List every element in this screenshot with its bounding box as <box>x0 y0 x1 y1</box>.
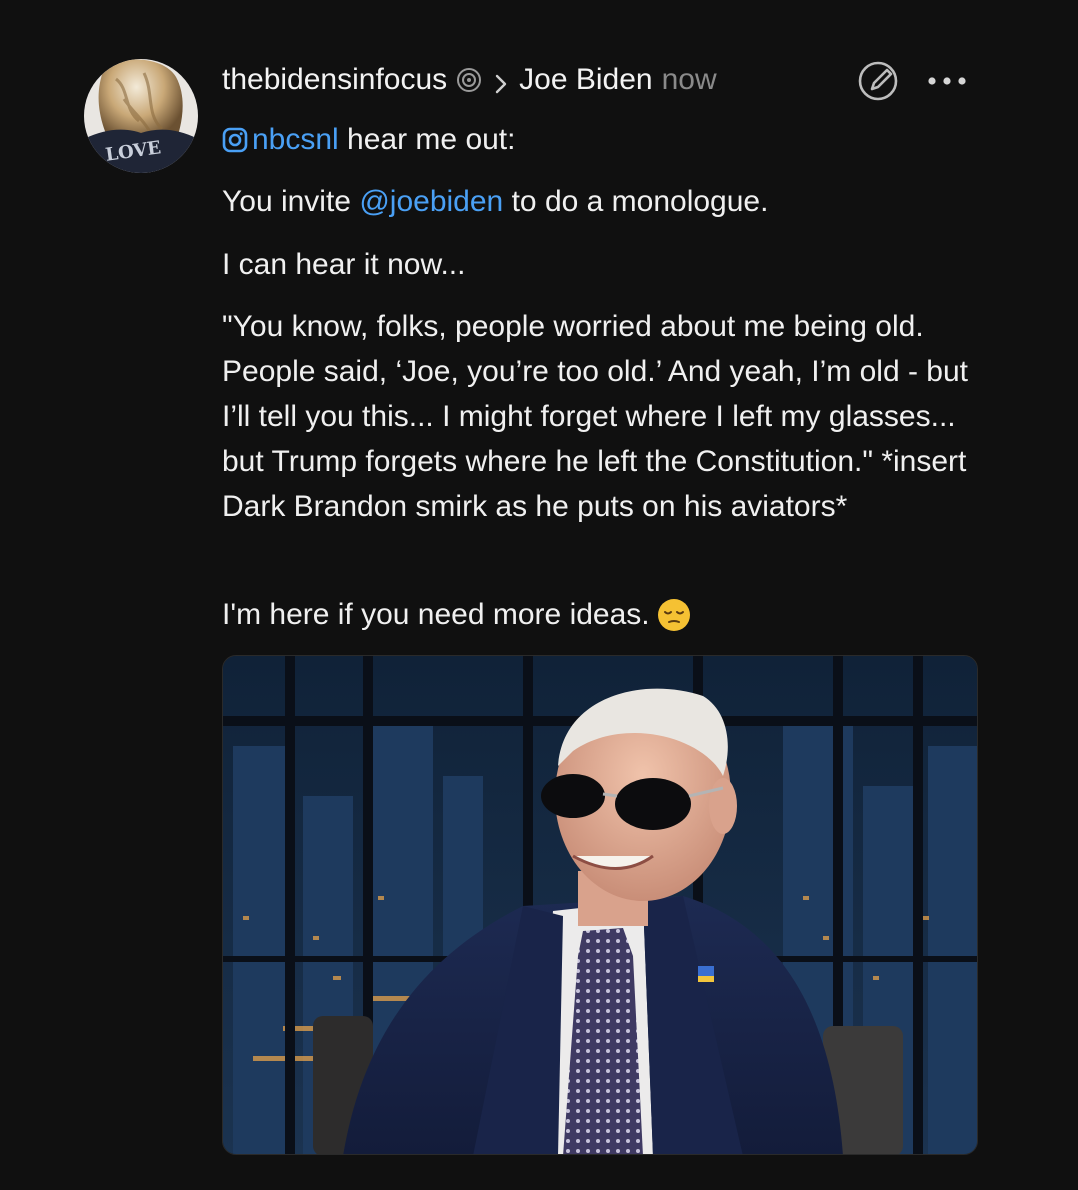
post-quote-paragraph: "You know, folks, people worried about m… <box>222 310 969 523</box>
avatar-image: LOVE <box>84 59 198 173</box>
post-line-3: I can hear it now... <box>222 248 466 281</box>
post-photo-illustration <box>223 656 977 1154</box>
mention-joebiden[interactable]: @joebiden <box>359 185 503 218</box>
line-2-suffix: to do a monologue. <box>503 185 769 218</box>
reply-target[interactable]: Joe Biden <box>519 63 652 97</box>
username[interactable]: thebidensinfocus <box>222 63 447 97</box>
edit-circle-icon[interactable] <box>856 59 900 103</box>
instagram-icon <box>222 121 248 153</box>
chevron-right-icon <box>493 69 509 94</box>
post-line-2: You invite @joebiden to do a monologue. <box>222 179 982 224</box>
more-dots-icon[interactable] <box>926 72 968 90</box>
post-header: thebidensinfocus Joe Biden now <box>222 58 717 102</box>
post-line-1: nbcsnl hear me out: <box>222 117 982 162</box>
closing-text: I'm here if you need more ideas. <box>222 598 650 631</box>
relieved-face-emoji-icon <box>656 597 692 633</box>
mention-nbcsnl-label: nbcsnl <box>252 123 339 156</box>
timestamp: now <box>661 63 717 96</box>
post-image[interactable] <box>222 655 978 1155</box>
threads-post: LOVE thebidensinfocus Joe Biden now nbcs… <box>0 0 1078 1190</box>
mention-nbcsnl[interactable]: nbcsnl <box>222 123 339 156</box>
post-closing-line: I'm here if you need more ideas. <box>222 592 982 637</box>
avatar[interactable]: LOVE <box>84 59 198 173</box>
line-1-text: hear me out: <box>338 123 516 156</box>
threads-verified-icon <box>455 66 483 94</box>
line-2-prefix: You invite <box>222 185 360 218</box>
